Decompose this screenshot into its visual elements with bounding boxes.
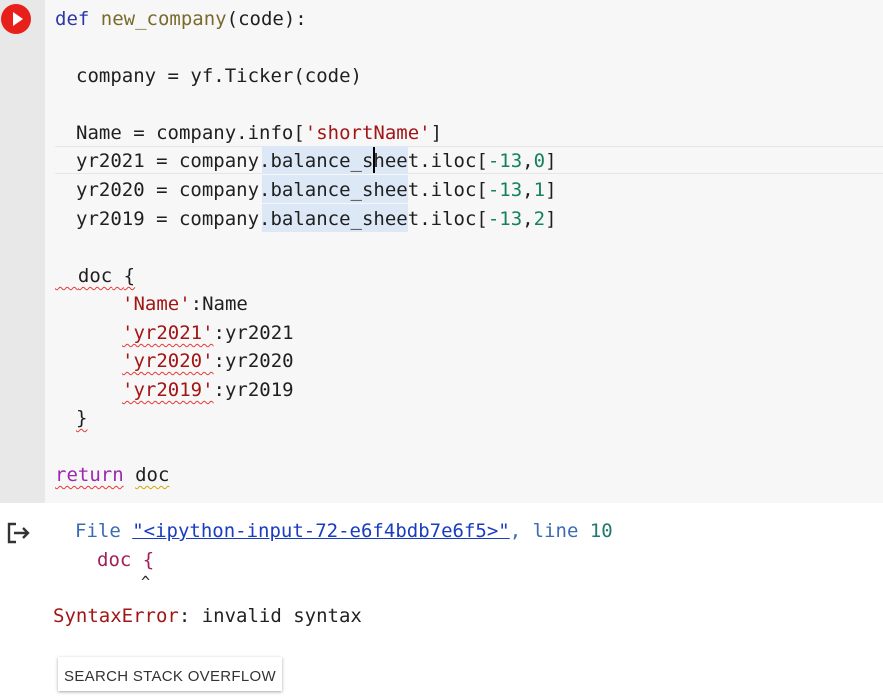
code-line-8: 'Name':Name (122, 293, 248, 315)
code-line-4: yr2021 = company.balance_sheet.iloc[-13,… (76, 150, 557, 172)
output-redirect-icon[interactable] (6, 522, 32, 544)
search-stack-overflow-button[interactable]: SEARCH STACK OVERFLOW (58, 657, 282, 691)
code-line-5: yr2020 = company.balance_sheet.iloc[-13,… (76, 179, 557, 201)
code-line-9: 'yr2021':yr2021 (122, 322, 294, 344)
traceback-file-line: File "<ipython-input-72-e6f4bdb7e6f5>", … (75, 520, 613, 542)
code-line-13: return doc (55, 464, 170, 486)
code-cell[interactable]: def new_company(code): company = yf.Tick… (0, 0, 883, 503)
code-line-11: 'yr2019':yr2019 (122, 379, 294, 401)
text-cursor (373, 147, 375, 173)
error-message: SyntaxError: invalid syntax (53, 605, 362, 627)
code-line-10: 'yr2020':yr2020 (122, 350, 294, 372)
code-line-1: def new_company(code): (55, 8, 307, 30)
traceback-file-link[interactable]: "<ipython-input-72-e6f4bdb7e6f5>" (132, 520, 510, 542)
traceback-caret: ^ (141, 573, 151, 591)
code-editor[interactable]: def new_company(code): company = yf.Tick… (0, 0, 883, 503)
code-line-3: Name = company.info['shortName'] (76, 122, 443, 144)
code-line-2: company = yf.Ticker(code) (76, 65, 362, 87)
code-line-12: } (76, 407, 88, 429)
code-line-7: doc { (77, 265, 136, 287)
code-line-6: yr2019 = company.balance_sheet.iloc[-13,… (76, 208, 557, 230)
